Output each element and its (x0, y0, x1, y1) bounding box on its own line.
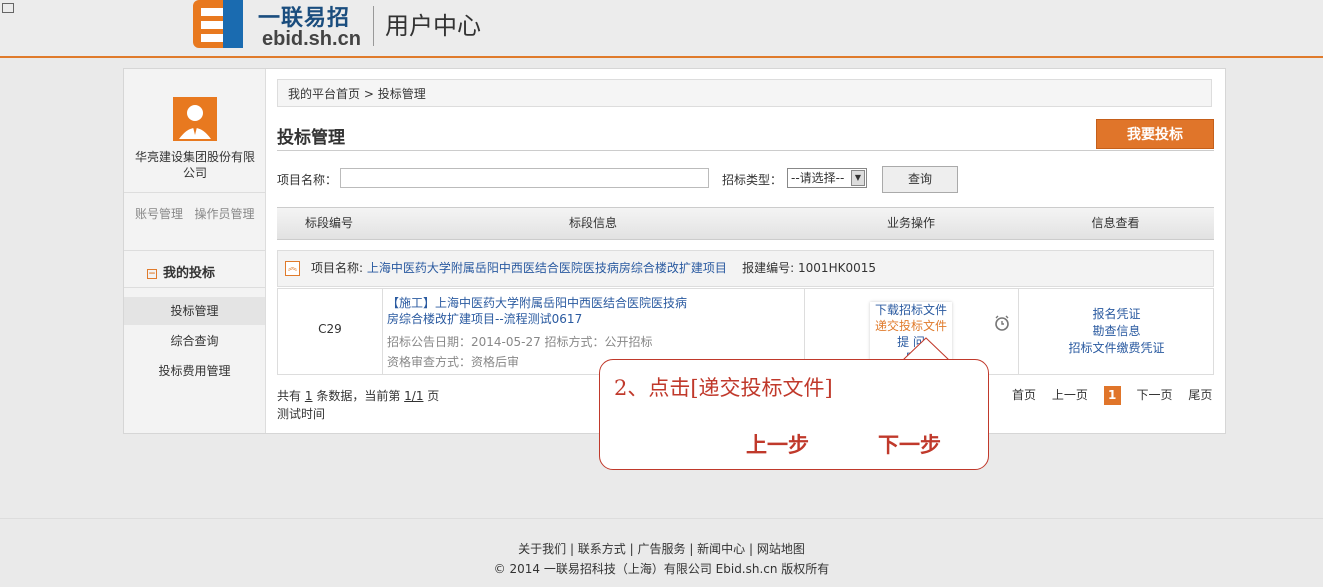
company-name: 华亮建设集团股份有限公司 (134, 150, 255, 180)
project-code: 1001HK0015 (798, 261, 877, 275)
summary-prefix: 共有 (277, 389, 302, 403)
account-links: 账号管理 操作员管理 (135, 204, 260, 224)
project-code-label: 报建编号: (742, 261, 795, 275)
last-page-link[interactable]: 尾页 (1188, 386, 1212, 403)
footer: 关于我们 | 联系方式 | 广告服务 | 新闻中心 | 网站地图 © 2014 … (0, 519, 1323, 587)
footer-link-sitemap[interactable]: 网站地图 (757, 542, 805, 556)
download-bid-doc-link[interactable]: 下载招标文件 (870, 302, 952, 318)
first-page-link[interactable]: 首页 (1012, 386, 1036, 403)
logo-icon (193, 0, 243, 48)
dropdown-arrow-icon: ▼ (851, 170, 865, 186)
bid-type-select[interactable]: --请选择-- ▼ (787, 168, 867, 188)
divider (124, 250, 265, 251)
tutorial-callout: 2、点击[递交投标文件] 上一步 下一步 (599, 359, 989, 470)
sidebar-item-bid-manage[interactable]: 投标管理 (124, 297, 265, 325)
bid-button[interactable]: 我要投标 (1096, 119, 1214, 149)
submit-bid-doc-link[interactable]: 递交投标文件 (870, 318, 952, 334)
callout-pointer (903, 337, 949, 361)
review-method: 资格审查方式：资格后审 (387, 355, 520, 369)
footer-link-ads[interactable]: 广告服务 (637, 542, 685, 556)
project-name-input[interactable] (340, 168, 709, 188)
section-title-link[interactable]: 【施工】上海中医药大学附属岳阳中西医结合医院医技病房综合楼改扩建项目--流程测试… (387, 295, 687, 327)
breadcrumb-home[interactable]: 我的平台首页 (288, 87, 360, 101)
section-title: 我的投标 (163, 266, 216, 281)
header-title: 用户中心 (385, 12, 481, 40)
column-header: 信息查看 (1091, 216, 1140, 230)
prev-page-link[interactable]: 上一页 (1052, 386, 1088, 403)
summary-mid: 条数据，当前第 (316, 389, 401, 403)
divider (124, 287, 265, 288)
window-icon (2, 3, 14, 13)
callout-instruction: 2、点击[递交投标文件] (614, 376, 833, 400)
minus-icon: − (147, 269, 157, 279)
summary-suffix: 页 (427, 389, 440, 403)
footer-link-contact[interactable]: 联系方式 (578, 542, 626, 556)
breadcrumb: 我的平台首页 > 投标管理 (277, 79, 1212, 107)
project-name-link[interactable]: 上海中医药大学附属岳阳中西医结合医院医技病房综合楼改扩建项目 (367, 261, 727, 275)
column-header: 标段信息 (568, 216, 617, 230)
divider (124, 192, 265, 193)
total-count: 1 (304, 389, 313, 403)
page-title: 投标管理 (277, 128, 345, 148)
column-header: 标段编号 (304, 216, 353, 230)
footer-links: 关于我们 | 联系方式 | 广告服务 | 新闻中心 | 网站地图 (518, 542, 805, 556)
alarm-clock-icon[interactable] (994, 315, 1010, 331)
section-code: C29 (318, 322, 342, 336)
query-button[interactable]: 查询 (882, 166, 958, 193)
bid-type-label: 招标类型： (722, 173, 783, 187)
registration-voucher-link[interactable]: 报名凭证 (1018, 306, 1215, 323)
pagination-summary: 共有 1 条数据，当前第 1/1 页 (277, 387, 439, 404)
divider (277, 150, 1214, 151)
column-header: 业务操作 (886, 216, 935, 230)
project-info: 项目名称: 上海中医药大学附属岳阳中西医结合医院医技病房综合楼改扩建项目 报建编… (311, 251, 876, 286)
my-bids-section[interactable]: − 我的投标 (147, 262, 215, 281)
sidebar: 华亮建设集团股份有限公司 账号管理 操作员管理 − 我的投标 投标管理 综合查询 … (124, 69, 266, 433)
operator-manage-link[interactable]: 操作员管理 (194, 207, 254, 221)
divider (382, 289, 383, 374)
table-header: 标段编号 标段信息 业务操作 信息查看 (277, 207, 1214, 240)
announce-date: 招标公告日期：2014-05-27 招标方式：公开招标 (387, 335, 653, 349)
footer-link-about[interactable]: 关于我们 (518, 542, 566, 556)
logo-divider (373, 6, 374, 46)
pagination: 首页 上一页 1 下一页 尾页 (1012, 386, 1224, 405)
survey-info-link[interactable]: 勘查信息 (1018, 323, 1215, 340)
collapse-icon[interactable]: ︽ (285, 261, 300, 276)
next-page-link[interactable]: 下一页 (1137, 386, 1173, 403)
top-header: 一联易招 ebid.sh.cn 用户中心 (0, 0, 1323, 58)
breadcrumb-separator: > (363, 87, 374, 101)
sidebar-item-query[interactable]: 综合查询 (124, 327, 265, 355)
project-name-label: 项目名称： (277, 173, 338, 187)
project-row: ︽ 项目名称: 上海中医药大学附属岳阳中西医结合医院医技病房综合楼改扩建项目 报… (277, 250, 1214, 287)
callout-prev-button[interactable]: 上一步 (746, 429, 809, 459)
current-page[interactable]: 1 (1103, 386, 1121, 405)
test-time-label: 测试时间 (277, 407, 326, 421)
account-manage-link[interactable]: 账号管理 (135, 207, 183, 221)
breadcrumb-current: 投标管理 (377, 87, 426, 101)
page-indicator: 1/1 (404, 389, 424, 403)
avatar-icon (173, 97, 217, 141)
footer-link-news[interactable]: 新闻中心 (697, 542, 745, 556)
copyright: © 2014 一联易招科技（上海）有限公司 Ebid.sh.cn 版权所有 (493, 562, 830, 576)
doc-fee-voucher-link[interactable]: 招标文件缴费凭证 (1018, 340, 1215, 357)
callout-next-button[interactable]: 下一步 (878, 429, 941, 459)
bid-type-value: --请选择-- (791, 171, 845, 185)
info-links: 报名凭证 勘查信息 招标文件缴费凭证 (1018, 306, 1215, 357)
sidebar-item-fee-manage[interactable]: 投标费用管理 (124, 357, 265, 385)
project-name-label: 项目名称: (311, 261, 364, 275)
logo-domain: ebid.sh.cn (262, 28, 361, 50)
